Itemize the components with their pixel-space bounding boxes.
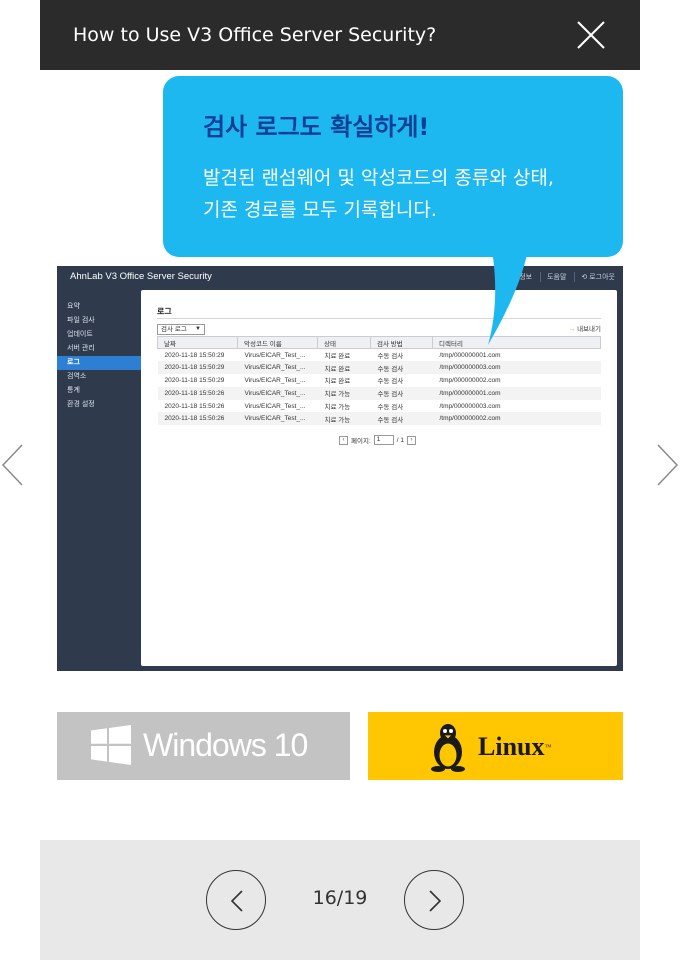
- windows-label: Windows 10: [143, 727, 308, 763]
- page-number-field: 1: [373, 435, 394, 445]
- screenshot-main-panel: 로그 검사 로그 ▼ → 내보내기 날짜 악성코드 이름 상태 검사 방법 디렉터…: [141, 290, 617, 666]
- windows-badge: Windows 10: [57, 712, 350, 780]
- screenshot-sidebar-item: 통계: [67, 387, 80, 394]
- screenshot-sidebar-item: 검역소: [67, 373, 87, 380]
- callout-title: 검사 로그도 확실하게!: [203, 113, 430, 141]
- next-slide-arrow[interactable]: [654, 441, 680, 489]
- linux-label: Linux™: [478, 732, 552, 761]
- table-row: 2020-11-18 15:50:26 Virus/EICAR_Test_... 치…: [157, 386, 601, 400]
- divider: [157, 318, 601, 319]
- top-link-help: 도움말: [540, 272, 566, 282]
- chevron-right-icon: ›: [406, 435, 416, 445]
- chevron-right-icon: [657, 444, 679, 486]
- screenshot-table-pager: ‹ 페이지: 1 / 1 ›: [339, 435, 416, 445]
- chevron-left-icon: ‹: [339, 435, 348, 445]
- screenshot-log-select: 검사 로그 ▼: [157, 324, 205, 335]
- column-header: 검사 방법: [370, 336, 433, 349]
- prev-slide-arrow[interactable]: [0, 441, 26, 489]
- screenshot-sidebar-item: 파일 검사: [67, 317, 95, 324]
- screenshot-sidebar-item: 업데이트: [67, 331, 93, 338]
- screenshot-sidebar-item: 요약: [67, 303, 80, 310]
- table-row: 2020-11-18 15:50:26 Virus/EICAR_Test_... 치…: [164, 402, 501, 412]
- table-row: 2020-11-18 15:50:29 Virus/EICAR_Test_... 치…: [157, 361, 601, 375]
- table-row: 2020-11-18 15:50:29 Virus/EICAR_Test_... 치…: [164, 351, 501, 361]
- screenshot-sidebar-item: 환경 설정: [67, 401, 95, 408]
- dropdown-caret-icon: ▼: [195, 326, 201, 332]
- header-bar: How to Use V3 Office Server Security?: [40, 0, 640, 70]
- chevron-left-icon: [1, 444, 23, 486]
- prev-page-button[interactable]: [206, 870, 266, 930]
- column-header: 날짜: [157, 336, 238, 349]
- product-screenshot: AhnLab V3 Office Server Security 정보 도움말 …: [57, 266, 623, 671]
- tux-icon: [431, 724, 465, 772]
- screenshot-logo: AhnLab V3 Office Server Security: [70, 271, 212, 282]
- screenshot-sidebar-item-active: 로그: [57, 356, 141, 370]
- slide-pager: 16/19: [40, 840, 640, 960]
- column-header: 상태: [317, 336, 371, 349]
- arrow-right-icon: →: [568, 326, 576, 333]
- screenshot-sidebar: 요약 파일 검사 업데이트 서버 관리 로그 검역소 통계 환경 설정: [57, 300, 141, 412]
- page-title: How to Use V3 Office Server Security?: [73, 24, 437, 46]
- close-icon: [577, 21, 605, 49]
- callout-body: 발견된 랜섬웨어 및 악성코드의 종류와 상태, 기존 경로를 모두 기록합니다…: [203, 162, 554, 226]
- page-counter: 16/19: [312, 887, 368, 909]
- screenshot-topbar: AhnLab V3 Office Server Security 정보 도움말 …: [57, 266, 623, 288]
- screenshot-export: → 내보내기: [568, 326, 601, 333]
- close-button[interactable]: [576, 20, 606, 50]
- screenshot-log-table: 날짜 악성코드 이름 상태 검사 방법 디렉터리 2020-11-18 15:5…: [157, 336, 601, 426]
- chevron-right-icon: [429, 890, 442, 912]
- column-header: 악성코드 이름: [237, 336, 318, 349]
- callout-line: 발견된 랜섬웨어 및 악성코드의 종류와 상태,: [203, 167, 554, 189]
- screenshot-sidebar-item: 서버 관리: [67, 345, 95, 352]
- screenshot-page-title: 로그: [157, 307, 172, 316]
- linux-badge: Linux™: [368, 712, 623, 780]
- table-row: 2020-11-18 15:50:29 Virus/EICAR_Test_... 치…: [164, 376, 501, 386]
- callout-line: 기존 경로를 모두 기록합니다.: [203, 199, 437, 221]
- top-link-logout: ⟲ 로그아웃: [574, 272, 615, 282]
- chevron-left-icon: [230, 890, 243, 912]
- windows-logo-icon: [91, 725, 131, 765]
- bubble-tail: [474, 250, 528, 345]
- next-page-button[interactable]: [404, 870, 464, 930]
- table-row: 2020-11-18 15:50:26 Virus/EICAR_Test_... 치…: [157, 412, 601, 426]
- callout-bubble: 검사 로그도 확실하게! 발견된 랜섬웨어 및 악성코드의 종류와 상태, 기존…: [163, 76, 623, 257]
